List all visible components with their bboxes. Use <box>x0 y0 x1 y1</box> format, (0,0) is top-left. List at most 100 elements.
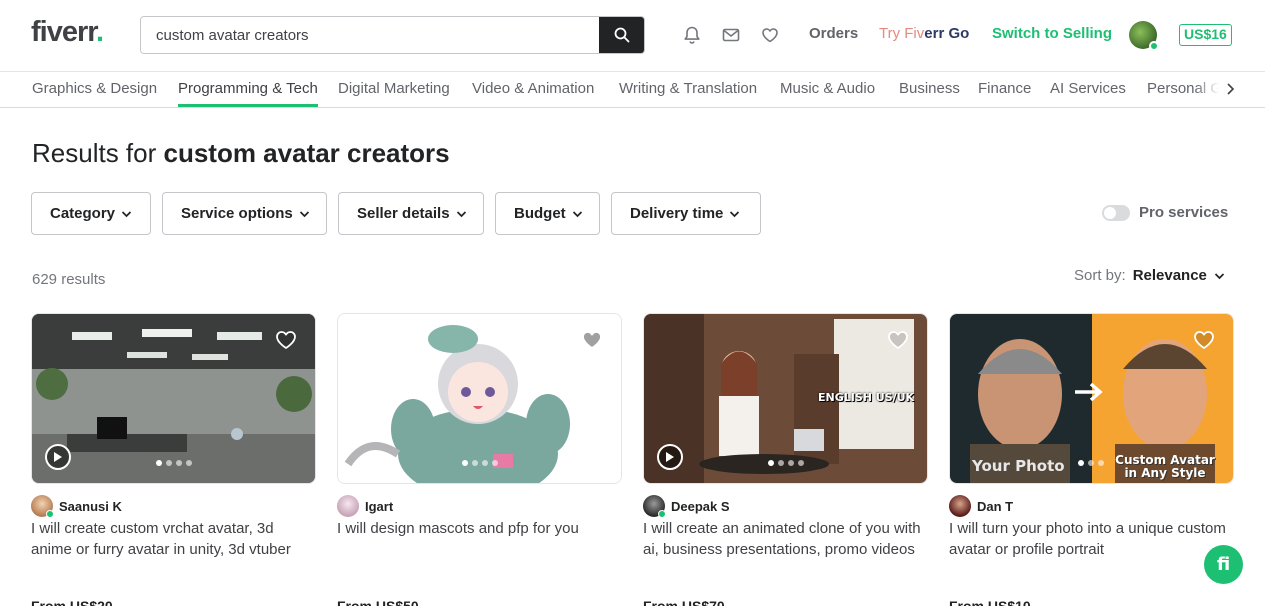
favorite-heart-icon[interactable] <box>581 330 603 350</box>
category-ai-services[interactable]: AI Services <box>1050 80 1126 97</box>
carousel-dots <box>1078 460 1104 466</box>
favorites-button[interactable] <box>759 24 781 46</box>
category-programming-tech[interactable]: Programming & Tech <box>178 80 318 107</box>
gig-card[interactable]: Saanusi K I will create custom vrchat av… <box>31 313 316 606</box>
sort-value: Relevance <box>1132 267 1207 284</box>
favorite-heart-icon[interactable] <box>887 330 909 350</box>
seller-avatar[interactable] <box>337 495 359 517</box>
category-finance[interactable]: Finance <box>978 80 1031 97</box>
gig-card[interactable]: ENGLISH US/UK Deepak S I will create an … <box>643 313 928 606</box>
heart-icon <box>762 28 778 43</box>
seller-info: Igart <box>337 495 393 517</box>
filter-category[interactable]: Category <box>31 192 151 235</box>
gig-card[interactable]: Your Photo Custom Avatar in Any Style Da… <box>949 313 1234 606</box>
play-video-icon[interactable] <box>657 444 683 470</box>
category-business[interactable]: Business <box>899 80 960 97</box>
chevron-down-icon <box>121 210 132 218</box>
gig-image-3d-room <box>32 314 315 483</box>
carousel-dots <box>155 460 192 466</box>
gig-thumbnail[interactable] <box>337 313 622 484</box>
gig-title[interactable]: I will turn your photo into a unique cus… <box>949 518 1234 560</box>
online-indicator <box>658 510 666 518</box>
filter-seller-details[interactable]: Seller details <box>338 192 484 235</box>
gig-thumbnail[interactable]: Your Photo Custom Avatar in Any Style <box>949 313 1234 484</box>
seller-info: Dan T <box>949 495 1013 517</box>
pro-services-label: Pro services <box>1139 204 1229 221</box>
top-header: fiverr. Orders Try Fiverr Go Switch to S… <box>0 0 1265 72</box>
chevron-down-icon <box>456 210 467 218</box>
gig-thumbnail[interactable] <box>31 313 316 484</box>
notifications-button[interactable] <box>681 24 703 46</box>
bell-icon <box>684 26 700 44</box>
seller-name[interactable]: Dan T <box>977 499 1013 514</box>
balance-badge[interactable]: US$16 <box>1179 24 1232 46</box>
fiverr-help-button[interactable]: fi <box>1204 545 1243 584</box>
online-indicator <box>46 510 54 518</box>
filter-budget[interactable]: Budget <box>495 192 600 235</box>
results-prefix: Results for <box>32 138 157 168</box>
pro-services-toggle[interactable] <box>1102 205 1130 221</box>
orders-link[interactable]: Orders <box>809 25 858 42</box>
carousel-dots <box>767 460 804 466</box>
gig-card[interactable]: Igart I will design mascots and pfp for … <box>337 313 622 606</box>
filter-delivery-time-label: Delivery time <box>630 205 724 222</box>
try-fiverr-go-part2: err Go <box>924 25 970 42</box>
results-query: custom avatar creators <box>163 138 450 168</box>
switch-to-selling-link[interactable]: Switch to Selling <box>992 25 1112 42</box>
search-button[interactable] <box>599 17 644 53</box>
user-avatar[interactable] <box>1129 21 1159 51</box>
online-indicator <box>1149 41 1159 51</box>
seller-avatar[interactable] <box>643 495 666 518</box>
seller-name[interactable]: Deepak S <box>671 499 730 514</box>
try-fiverr-go-part1: Try Fiv <box>879 25 925 42</box>
chevron-down-icon <box>729 210 740 218</box>
seller-info: Saanusi K <box>31 495 122 518</box>
search-input[interactable] <box>141 17 601 53</box>
category-scroll-right[interactable] <box>1226 82 1236 101</box>
category-video-animation[interactable]: Video & Animation <box>472 80 594 97</box>
gig-price: From US$20 <box>31 598 113 606</box>
gig-thumbnail[interactable]: ENGLISH US/UK <box>643 313 928 484</box>
seller-info: Deepak S <box>643 495 730 518</box>
seller-avatar[interactable] <box>31 495 54 518</box>
toggle-knob <box>1104 207 1116 219</box>
filter-budget-label: Budget <box>514 205 566 222</box>
filter-seller-details-label: Seller details <box>357 205 450 222</box>
chevron-down-icon <box>299 210 310 218</box>
filter-category-label: Category <box>50 205 116 222</box>
category-nav: Graphics & Design Programming & Tech Dig… <box>0 72 1265 108</box>
messages-button[interactable] <box>720 24 742 46</box>
seller-name[interactable]: Igart <box>365 499 393 514</box>
category-writing-translation[interactable]: Writing & Translation <box>619 80 757 97</box>
gig-overlay-left: Your Photo <box>972 457 1065 475</box>
gig-title[interactable]: I will create custom vrchat avatar, 3d a… <box>31 518 316 560</box>
gig-title[interactable]: I will design mascots and pfp for you <box>337 518 622 539</box>
favorite-heart-icon[interactable] <box>1193 330 1215 350</box>
chevron-down-icon <box>1214 272 1225 280</box>
seller-avatar[interactable] <box>949 495 971 517</box>
gig-price: From US$50 <box>337 598 419 606</box>
fiverr-logo[interactable]: fiverr. <box>31 16 104 49</box>
logo-dot: . <box>95 16 104 48</box>
filter-service-options[interactable]: Service options <box>162 192 327 235</box>
gig-title[interactable]: I will create an animated clone of you w… <box>643 518 928 560</box>
category-music-audio[interactable]: Music & Audio <box>780 80 875 97</box>
carousel-dots <box>461 460 498 466</box>
category-graphics-design[interactable]: Graphics & Design <box>32 80 157 97</box>
filter-service-options-label: Service options <box>181 205 293 222</box>
try-fiverr-go-link[interactable]: Try Fiverr Go <box>879 25 969 42</box>
favorite-heart-icon[interactable] <box>275 330 297 350</box>
mail-icon <box>722 28 740 42</box>
results-heading: Results for custom avatar creators <box>32 138 450 169</box>
search-icon <box>614 27 629 43</box>
logo-text: fiverr <box>31 16 97 48</box>
filter-delivery-time[interactable]: Delivery time <box>611 192 761 235</box>
seller-name[interactable]: Saanusi K <box>59 499 122 514</box>
gig-overlay-text: ENGLISH US/UK <box>818 391 915 404</box>
play-video-icon[interactable] <box>45 444 71 470</box>
results-count: 629 results <box>32 271 106 288</box>
search-bar <box>140 16 645 54</box>
sort-dropdown[interactable]: Sort by: Relevance <box>1074 267 1225 284</box>
sort-label: Sort by: <box>1074 267 1126 284</box>
category-digital-marketing[interactable]: Digital Marketing <box>338 80 450 97</box>
